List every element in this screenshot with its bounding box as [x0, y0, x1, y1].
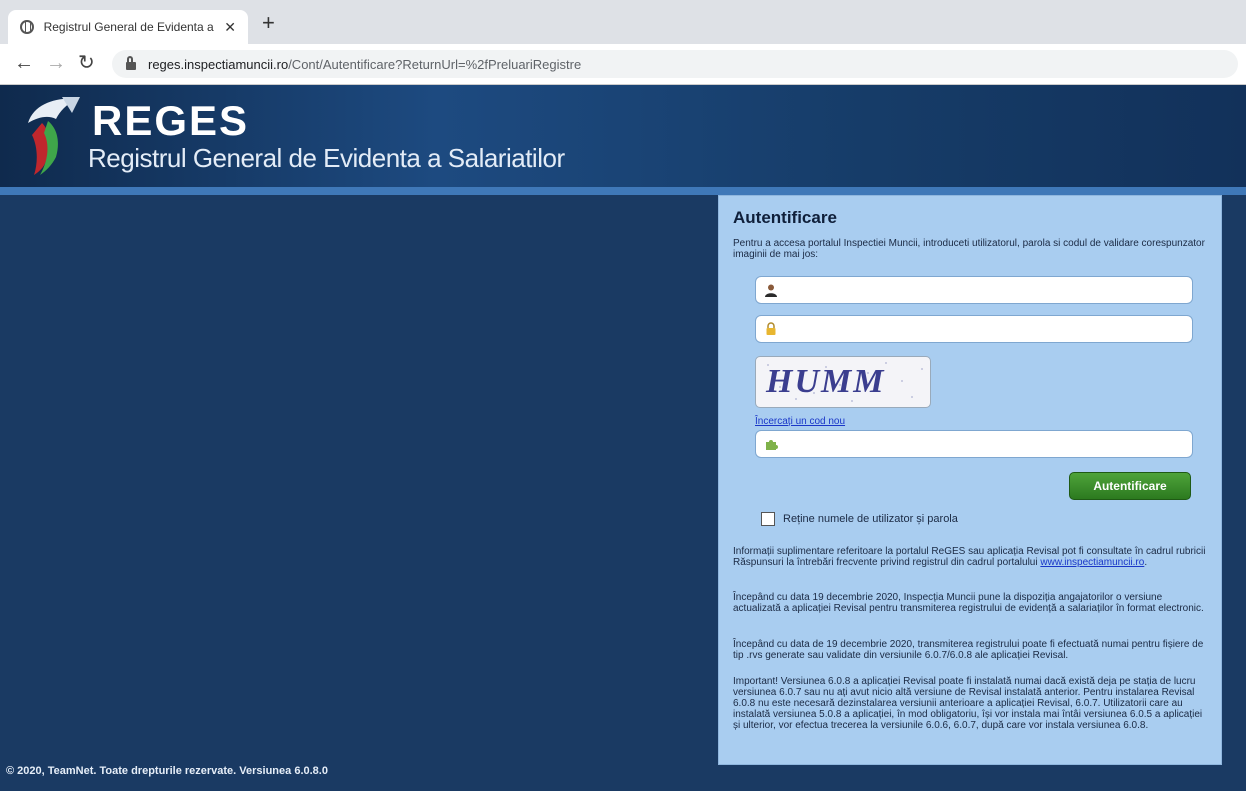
browser-tabbar: Registrul General de Evidenta a S ✕ + [0, 0, 1246, 44]
password-input[interactable] [786, 319, 1190, 341]
footer-copyright: © 2020, TeamNet. Toate drepturile rezerv… [6, 765, 328, 777]
lock-icon [126, 56, 136, 70]
main-area: Autentificare Pentru a accesa portalul I… [0, 195, 1246, 791]
login-title: Autentificare [733, 208, 837, 227]
url-field[interactable]: reges.inspectiamuncii.ro/Cont/Autentific… [112, 50, 1238, 78]
new-captcha-link[interactable]: Încercați un cod nou [755, 416, 845, 427]
info-paragraph-2: Începând cu data 19 decembrie 2020, Insp… [733, 592, 1204, 614]
info-paragraph-4: Important! Versiunea 6.0.8 a aplicației … [733, 676, 1203, 731]
globe-icon [20, 20, 34, 34]
remember-label: Reține numele de utilizator și parola [783, 513, 958, 525]
reload-icon[interactable]: ↻ [78, 52, 95, 74]
site-header: REGES Registrul General de Evidenta a Sa… [0, 85, 1246, 187]
reges-logo-icon [28, 97, 80, 175]
new-tab-button[interactable]: + [262, 12, 275, 34]
site-title: REGES [92, 97, 250, 144]
back-arrow-icon[interactable]: ← [14, 52, 34, 74]
puzzle-icon [766, 440, 778, 450]
tab-title: Registrul General de Evidenta a S [43, 20, 217, 34]
username-field[interactable] [755, 276, 1193, 304]
header-divider [0, 187, 1246, 195]
info-paragraph-3: Începând cu data de 19 decembrie 2020, t… [733, 639, 1204, 661]
browser-tab[interactable]: Registrul General de Evidenta a S ✕ [8, 10, 248, 44]
url-path: /Cont/Autentificare?ReturnUrl=%2fPreluar… [288, 56, 582, 72]
username-input[interactable] [786, 280, 1190, 302]
close-tab-icon[interactable]: ✕ [224, 19, 236, 36]
url-host: reges.inspectiamuncii.ro [148, 56, 289, 72]
lock-icon [766, 322, 776, 335]
url-text: reges.inspectiamuncii.ro/Cont/Autentific… [148, 57, 581, 72]
captcha-text: HUMM [766, 363, 886, 400]
login-button[interactable]: Autentificare [1069, 472, 1191, 500]
remember-me[interactable]: Reține numele de utilizator și parola [761, 512, 958, 526]
user-icon [765, 284, 777, 297]
forward-arrow-icon[interactable]: → [46, 52, 66, 74]
site-subtitle: Registrul General de Evidenta a Salariat… [88, 143, 565, 173]
inspectiamuncii-link[interactable]: www.inspectiamuncii.ro [1040, 557, 1144, 568]
password-field[interactable] [755, 315, 1193, 343]
info-paragraph-1: Informații suplimentare referitoare la p… [733, 546, 1209, 568]
login-panel: Autentificare Pentru a accesa portalul I… [718, 195, 1222, 765]
address-bar: ← → ↻ reges.inspectiamuncii.ro/Cont/Aute… [0, 44, 1246, 85]
info-p1-end: . [1144, 557, 1148, 568]
captcha-field[interactable] [755, 430, 1193, 458]
login-intro: Pentru a accesa portalul Inspectiei Munc… [733, 238, 1205, 260]
captcha-image: HUMM [755, 356, 931, 408]
remember-checkbox[interactable] [761, 512, 775, 526]
captcha-input[interactable] [786, 434, 1190, 456]
